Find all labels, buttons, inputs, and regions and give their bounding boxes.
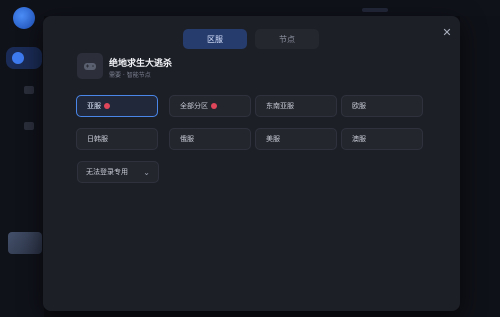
hot-badge-icon (211, 103, 217, 109)
server-option[interactable]: 俄服 (169, 128, 251, 150)
server-option[interactable]: 全部分区 (169, 95, 251, 117)
server-label: 亚服 (87, 102, 101, 110)
server-option[interactable]: 亚服 (76, 95, 158, 117)
server-option[interactable]: 美服 (255, 128, 337, 150)
sidebar-active-icon (12, 52, 24, 64)
tab-bar: 区服 节点 (183, 29, 365, 49)
server-option[interactable]: 欧服 (341, 95, 423, 117)
server-option[interactable]: 东南亚服 (255, 95, 337, 117)
game-title: 绝地求生大逃杀 (109, 59, 173, 69)
server-label: 美服 (266, 135, 280, 143)
tab-node[interactable]: 节点 (255, 29, 319, 49)
server-label: 欧服 (352, 102, 366, 110)
hot-badge-icon (104, 103, 110, 109)
mode-select[interactable]: 无法登录专用 ⌄ (77, 161, 159, 183)
mode-select-value: 无法登录专用 (86, 168, 128, 176)
sidebar-nav-icon[interactable] (24, 122, 34, 130)
server-label: 俄服 (180, 135, 194, 143)
app-right-panel (460, 16, 500, 317)
tab-region[interactable]: 区服 (183, 29, 247, 49)
server-option[interactable]: 日韩服 (76, 128, 158, 150)
topbar-item (362, 8, 388, 12)
game-subtitle: 需要 · 智能节点 (109, 72, 151, 79)
server-label: 东南亚服 (266, 102, 294, 110)
server-label: 全部分区 (180, 102, 208, 110)
app-logo (13, 7, 35, 29)
sidebar-nav-icon[interactable] (24, 86, 34, 94)
server-label: 澳服 (352, 135, 366, 143)
server-select-modal: 区服 节点 ✕ 绝地求生大逃杀 需要 · 智能节点 亚服 全部分区 东南亚服 欧… (43, 16, 460, 311)
game-icon (77, 53, 103, 79)
close-icon[interactable]: ✕ (440, 25, 454, 39)
avatar[interactable] (8, 232, 42, 254)
gamepad-icon (84, 63, 96, 70)
app-topbar (44, 0, 500, 16)
server-label: 日韩服 (87, 135, 108, 143)
server-option[interactable]: 澳服 (341, 128, 423, 150)
chevron-down-icon: ⌄ (143, 167, 150, 177)
